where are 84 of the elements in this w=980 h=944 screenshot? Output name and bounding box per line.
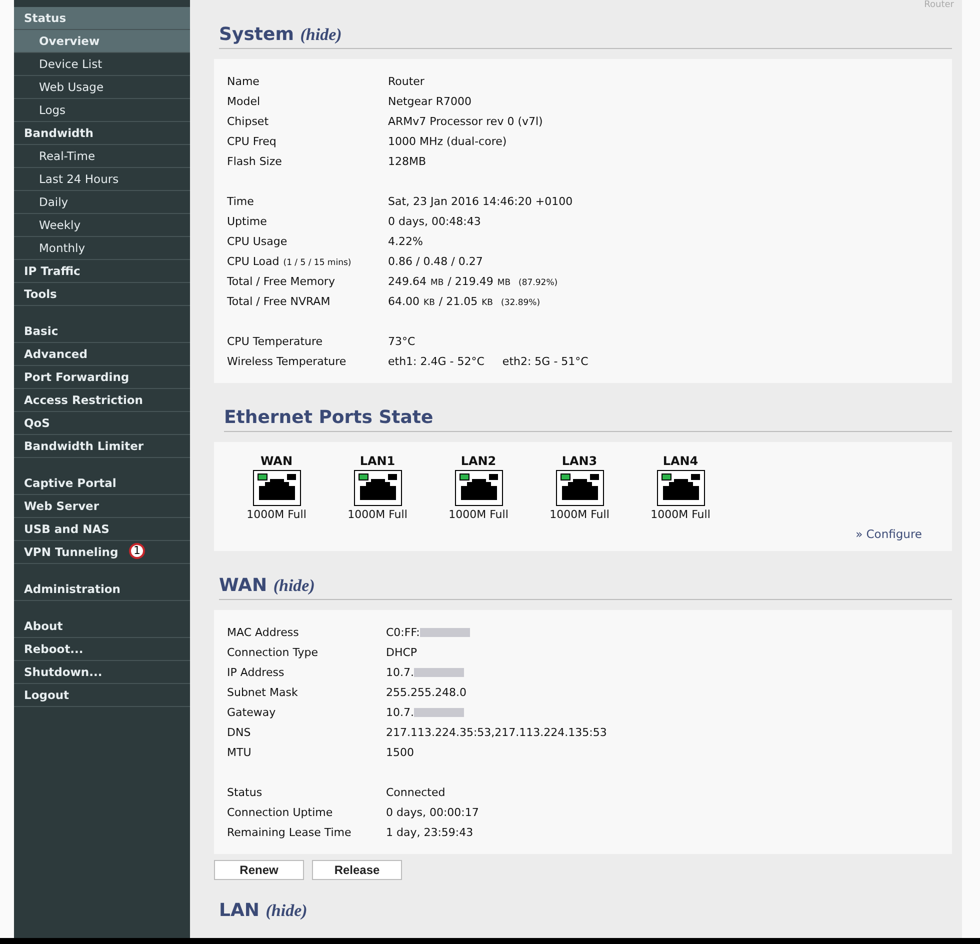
field-label: CPU Load — [227, 254, 280, 268]
field-label: MAC Address — [227, 626, 299, 638]
port-label: LAN4 — [662, 454, 698, 468]
percent-note: (87.92%) — [518, 278, 558, 288]
hide-link[interactable]: (hide) — [273, 576, 315, 595]
router-name: Router — [924, 0, 954, 10]
sidebar-item[interactable]: VPN Tunneling 1 — [14, 541, 190, 564]
section-title: WAN — [219, 575, 268, 596]
field-label: Gateway — [227, 706, 276, 718]
unit-label: MB — [430, 278, 444, 288]
unit-label: KB — [482, 298, 494, 308]
field-value: 128MB — [388, 154, 426, 168]
redacted-blur — [414, 668, 464, 677]
redacted-blur — [414, 708, 464, 717]
field-value: 10.7. — [386, 706, 414, 718]
field-value: 73°C — [388, 334, 416, 348]
field-label: Time — [227, 194, 254, 208]
field-label: Subnet Mask — [227, 686, 298, 698]
field-value: 1500 — [386, 746, 414, 758]
sidebar-item[interactable]: Status — [14, 7, 190, 30]
field-value: 10.7. — [386, 666, 414, 678]
unit-label: KB — [424, 298, 435, 308]
port-speed: 1000M Full — [448, 508, 508, 521]
field-label: Total / Free Memory — [227, 274, 335, 288]
field-value: 0.86 / 0.48 / 0.27 — [388, 254, 483, 268]
port-speed: 1000M Full — [550, 508, 610, 521]
port-speed: 1000M Full — [650, 508, 710, 521]
field-label: Remaining Lease Time — [227, 826, 352, 838]
configure-link[interactable]: » Configure — [856, 527, 922, 541]
field-value: 0 days, 00:48:43 — [388, 214, 481, 228]
field-label: Chipset — [227, 114, 269, 128]
field-value: 4.22% — [388, 234, 423, 248]
action-button[interactable]: Renew — [214, 860, 304, 880]
field-value: ARMv7 Processor rev 0 (v7l) — [388, 114, 543, 128]
field-label: Name — [227, 74, 260, 88]
redacted-blur — [420, 628, 470, 637]
port-speed: 1000M Full — [246, 508, 306, 521]
hide-link[interactable]: (hide) — [300, 25, 342, 44]
action-button[interactable]: Release — [312, 860, 402, 880]
field-value: DHCP — [386, 646, 418, 658]
field-value: Sat, 23 Jan 2016 14:46:20 +0100 — [388, 194, 573, 208]
field-label: Connection Uptime — [227, 806, 333, 818]
hide-link[interactable]: (hide) — [266, 901, 308, 920]
port-label: LAN3 — [562, 454, 598, 468]
port-label: LAN1 — [360, 454, 396, 468]
section-title: Ethernet Ports State — [224, 407, 434, 428]
field-label: MTU — [227, 746, 252, 758]
field-label: CPU Freq — [227, 134, 276, 148]
field-value: / 21.05 — [438, 294, 478, 308]
field-note: (1 / 5 / 15 mins) — [283, 258, 352, 268]
port-label: LAN2 — [460, 454, 496, 468]
field-label: Uptime — [227, 214, 267, 228]
field-value: Netgear R7000 — [388, 94, 472, 108]
field-value: 1 day, 23:59:43 — [386, 826, 474, 838]
field-value: 255.255.248.0 — [386, 686, 466, 698]
section-title: System — [219, 24, 294, 45]
field-value: 64.00 — [388, 294, 420, 308]
field-value: eth1: 2.4G - 52°C — [388, 354, 484, 368]
field-value: 1000 MHz (dual-core) — [388, 134, 507, 148]
field-value: 0 days, 00:00:17 — [386, 806, 479, 818]
field-label: Connection Type — [227, 646, 318, 658]
field-label: IP Address — [227, 666, 284, 678]
notification-badge: 1 — [129, 543, 145, 559]
field-label: CPU Usage — [227, 234, 288, 248]
field-value: / 219.49 — [448, 274, 494, 288]
field-label: Flash Size — [227, 154, 282, 168]
field-label: Status — [227, 786, 262, 798]
field-label: Wireless Temperature — [227, 354, 346, 368]
field-label: Total / Free NVRAM — [227, 294, 330, 308]
port-label: WAN — [260, 454, 293, 468]
sidebar-subitem[interactable]: Overview — [14, 30, 190, 53]
field-label: DNS — [227, 726, 251, 738]
field-value: Router — [388, 74, 424, 88]
field-value: eth2: 5G - 51°C — [502, 354, 588, 368]
field-value: 249.64 — [388, 274, 426, 288]
field-label: Model — [227, 94, 260, 108]
section-title: LAN — [219, 900, 260, 921]
field-label: CPU Temperature — [227, 334, 323, 348]
unit-label: MB — [497, 278, 511, 288]
percent-note: (32.89%) — [501, 298, 540, 308]
port-speed: 1000M Full — [348, 508, 408, 521]
field-value: C0:FF: — [386, 626, 420, 638]
field-value: Connected — [386, 786, 446, 798]
field-value: 217.113.224.35:53,217.113.224.135:53 — [386, 726, 607, 738]
